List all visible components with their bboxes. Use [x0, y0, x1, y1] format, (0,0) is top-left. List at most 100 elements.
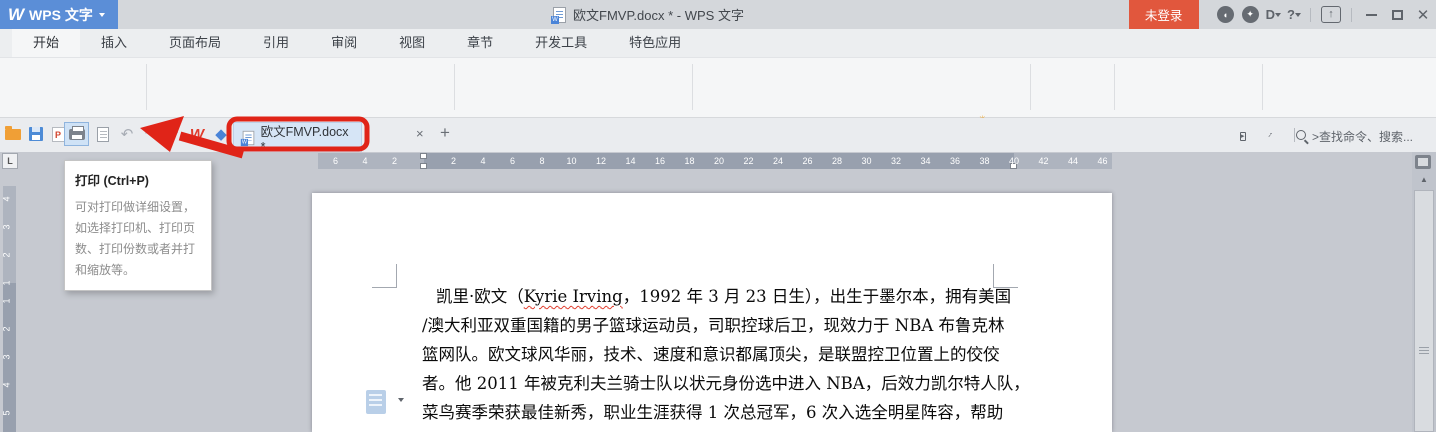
menu-tab-开发工具[interactable]: 开发工具 [514, 29, 608, 57]
save-button[interactable] [25, 124, 47, 144]
tab-stop-selector[interactable]: L [2, 153, 18, 169]
divider [1351, 7, 1352, 22]
document-icon [551, 6, 566, 24]
scroll-up-icon[interactable]: ▲ [1414, 173, 1434, 186]
play-demo-icon[interactable]: ▸ [1240, 127, 1246, 141]
horizontal-ruler[interactable]: 6 4 2 2 4 6 8 10 12 14 16 18 20 22 24 26 28 30 32 34 36 38 40 4… [318, 153, 1112, 169]
collapse-ribbon-icon[interactable]: ↑ [1321, 6, 1341, 23]
ruler-number: 16 [654, 156, 666, 166]
line-text: 凯里·欧文（ [436, 287, 524, 306]
first-line-indent-marker[interactable] [420, 153, 427, 159]
close-tab-icon[interactable]: × [416, 126, 424, 141]
ruler-number: 30 [861, 156, 872, 166]
ruler-number: 10 [566, 156, 577, 166]
ruler-number: 34 [920, 156, 931, 166]
document-tab-bar: P ↶ ↷ W ◆ 欧文FMVP.docx * × + ▸ >查找命令、搜索..… [0, 118, 1436, 154]
login-button[interactable]: 未登录 [1128, 0, 1199, 29]
ruler-number: 32 [890, 156, 902, 166]
scrollbar-thumb[interactable] [1414, 190, 1434, 432]
divider [1262, 64, 1263, 110]
line-text: 篮网队。欧文球风华丽，技术、速度和意识都属顶尖，是联盟控卫位置上的佼佼 [422, 345, 1000, 364]
open-file-button[interactable] [2, 124, 24, 144]
theme-icon[interactable]: ◖ [1216, 6, 1234, 23]
help-icon[interactable]: ? [1287, 7, 1301, 22]
ruler-number: 1 [1, 280, 12, 286]
document-area: L 6 4 2 2 4 6 8 10 12 14 16 18 20 22 24 26 28 30 32 34 36 38 4… [0, 152, 1436, 432]
cube-icon: ◆ [215, 126, 227, 143]
folder-icon [5, 125, 21, 140]
redo-button[interactable]: ↷ [140, 124, 162, 144]
page-settings-caret[interactable] [398, 398, 404, 402]
new-tab-icon[interactable]: + [440, 123, 450, 143]
pdf-icon: P [51, 126, 65, 142]
menu-tab-章节[interactable]: 章节 [446, 29, 514, 57]
docer-tools-icon[interactable]: D [1266, 7, 1282, 22]
divider [146, 64, 147, 110]
menu-tab-引用[interactable]: 引用 [242, 29, 310, 57]
ruler-number: 14 [625, 156, 636, 166]
ruler-number: 22 [743, 156, 754, 166]
upgrade-icon[interactable]: ✦ [1241, 6, 1259, 23]
command-search-input[interactable]: >查找命令、搜索... [1312, 128, 1413, 145]
ruler-number: 8 [539, 156, 545, 166]
page-settings-icon[interactable] [366, 390, 386, 414]
task-pane-icon[interactable] [1264, 127, 1272, 141]
divider [454, 64, 455, 110]
document-line: 菜鸟赛季荣获最佳新秀，职业生涯获得 1 次总冠军，6 次入选全明星阵容，帮助 [422, 398, 1006, 427]
menu-tab-插入[interactable]: 插入 [80, 29, 148, 57]
print-preview-button[interactable] [92, 124, 114, 144]
ruler-number: 2 [450, 156, 457, 166]
line-text: /澳大利亚双重国籍的男子篮球运动员，司职控球后卫，现效力于 NBA 布鲁克林 [422, 316, 1005, 335]
search-icon[interactable] [1296, 129, 1306, 143]
print-icon [68, 125, 85, 140]
document-text[interactable]: 凯里·欧文（Kyrie Irving，1992 年 3 月 23 日生），出生于… [422, 282, 1030, 432]
ruler-number: 12 [595, 156, 607, 166]
tooltip-body: 可对打印做详细设置，如选择打印机、打印页数、打印份数或者并打和缩放等。 [75, 200, 196, 277]
ruler-number: 24 [772, 156, 784, 166]
document-line: 美国男篮夺得了 2016 年里约奥运会金牌。 [422, 427, 1006, 432]
app-menu-button[interactable]: W WPS 文字 [0, 0, 118, 29]
chevron-down-icon [98, 12, 105, 17]
print-preview-icon [97, 126, 109, 142]
line-text: 者。他 2011 年被克利夫兰骑士队以状元身份选中进入 NBA，后效力凯尔特人队… [422, 374, 1030, 393]
ruler-number: 2 [391, 156, 398, 166]
ruler-number: 38 [979, 156, 990, 166]
document-line: 篮网队。欧文球风华丽，技术、速度和意识都属顶尖，是联盟控卫位置上的佼佼 [422, 340, 1006, 369]
left-indent-marker[interactable] [420, 163, 427, 169]
vertical-scrollbar[interactable]: ▲ [1412, 152, 1436, 432]
document-tab[interactable]: 欧文FMVP.docx * [233, 122, 362, 154]
menu-tab-页面布局[interactable]: 页面布局 [148, 29, 242, 57]
ruler-number: 3 [1, 354, 12, 360]
menu-tab-特色应用[interactable]: 特色应用 [608, 29, 702, 57]
margin-corner-left [372, 264, 397, 288]
document-line: /澳大利亚双重国籍的男子篮球运动员，司职控球后卫，现效力于 NBA 布鲁克林 [422, 311, 1006, 340]
close-button[interactable]: ✕ [1410, 0, 1436, 29]
minimize-button[interactable] [1358, 0, 1384, 29]
reading-layout-icon[interactable] [1415, 155, 1431, 169]
document-tab-label: 欧文FMVP.docx * [260, 125, 349, 154]
divider [1294, 128, 1295, 142]
spellcheck-word: Kyrie Irving [523, 287, 623, 306]
wps-writer-window: W WPS 文字 欧文FMVP.docx * - WPS 文字 未登录 ◖ ✦ … [0, 0, 1436, 432]
ruler-number: 42 [1038, 156, 1049, 166]
window-title-text: 欧文FMVP.docx * - WPS 文字 [573, 8, 744, 23]
menu-tab-开始[interactable]: 开始 [12, 29, 81, 57]
wps-home-button[interactable]: W [186, 124, 208, 144]
menu-tab-视图[interactable]: 视图 [378, 29, 446, 57]
menu-tab-审阅[interactable]: 审阅 [310, 29, 378, 57]
window-title: 欧文FMVP.docx * - WPS 文字 [551, 0, 744, 29]
tooltip-title: 打印 (Ctrl+P) [75, 174, 149, 188]
divider [1030, 64, 1031, 110]
workspace-button[interactable]: ◆ [210, 124, 232, 144]
ruler-number: 2 [1, 326, 12, 332]
ruler-number: 1 [1, 298, 12, 304]
ruler-number: 36 [949, 156, 961, 166]
vertical-ruler[interactable]: 4321123456 [1, 186, 16, 432]
print-button[interactable] [64, 122, 89, 146]
ribbon: 粘贴 ✂ 剪切 复制 格式刷 宋体 (标题) 小四 A⁺ A⁻ A◆ wén 文 [0, 58, 1436, 171]
quick-access-caret[interactable] [164, 124, 186, 144]
maximize-button[interactable] [1384, 0, 1410, 29]
ruler-number: 6 [509, 156, 516, 166]
title-bar: W WPS 文字 欧文FMVP.docx * - WPS 文字 未登录 ◖ ✦ … [0, 0, 1436, 29]
undo-button[interactable]: ↶ [116, 124, 138, 144]
